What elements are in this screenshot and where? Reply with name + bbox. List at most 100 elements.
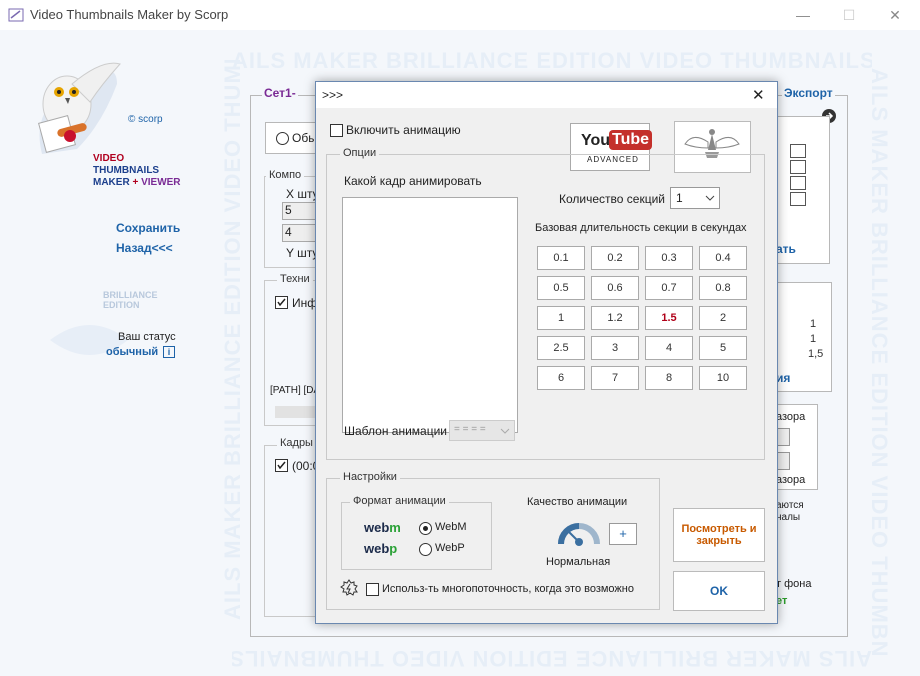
- enable-animation-checkbox[interactable]: [330, 124, 343, 137]
- frame-list[interactable]: [342, 197, 518, 433]
- set-tab[interactable]: Сет1-: [262, 86, 298, 100]
- export-tab[interactable]: Экспорт: [782, 86, 835, 100]
- x-count-label: Х шту: [286, 187, 319, 201]
- multithread-label: Использ-ть многопоточность, когда это во…: [382, 583, 634, 595]
- webm-radio[interactable]: [419, 522, 432, 535]
- watermark-top: AILS MAKER BRILLIANCE EDITION VIDEO THUM…: [232, 48, 872, 73]
- duration-button-10[interactable]: 10: [699, 366, 747, 390]
- duration-button-1[interactable]: 1: [537, 306, 585, 330]
- right-number-1: 1: [810, 318, 817, 330]
- duration-button-0.4[interactable]: 0.4: [699, 246, 747, 270]
- brand-thumbnails: THUMBNAILS: [93, 165, 160, 176]
- path-input[interactable]: [275, 406, 320, 418]
- mode-radio-label: Обы: [292, 131, 317, 145]
- layout-cell[interactable]: [790, 144, 806, 158]
- status-label: Ваш статус: [118, 331, 176, 343]
- base-duration-label: Базовая длительность секции в секундах: [535, 222, 747, 234]
- watermark-bottom: AILS MAKER BRILLIANCE EDITION VIDEO THUM…: [232, 646, 872, 671]
- duration-button-8[interactable]: 8: [645, 366, 693, 390]
- tech-title: Техни: [277, 273, 313, 285]
- duration-button-0.1[interactable]: 0.1: [537, 246, 585, 270]
- info-icon[interactable]: i: [163, 346, 175, 358]
- title-bar: Video Thumbnails Maker by Scorp — ☐ ✕: [0, 0, 920, 30]
- gap-label-1: азора: [776, 411, 806, 423]
- note-1: аются: [776, 500, 804, 511]
- duration-button-2[interactable]: 2: [699, 306, 747, 330]
- bg-label: т фона: [776, 578, 812, 590]
- save-link[interactable]: Сохранить: [116, 221, 180, 235]
- webp-radio[interactable]: [419, 543, 432, 556]
- watermark-right: AILS MAKER BRILLIANCE EDITION VIDEO THUM…: [867, 68, 892, 658]
- quality-value: Нормальная: [546, 556, 611, 568]
- quality-label: Качество анимации: [527, 496, 628, 508]
- layout-cell[interactable]: [790, 160, 806, 174]
- duration-button-0.7[interactable]: 0.7: [645, 276, 693, 300]
- quality-gauge-icon: [558, 523, 600, 546]
- dialog-title: >>>: [322, 88, 344, 102]
- duration-button-1.2[interactable]: 1.2: [591, 306, 639, 330]
- copyright-text: © scorp: [128, 114, 163, 125]
- duration-button-0.6[interactable]: 0.6: [591, 276, 639, 300]
- duration-button-6[interactable]: 6: [537, 366, 585, 390]
- gap-spinner-1[interactable]: [776, 428, 790, 446]
- layout-cell[interactable]: [790, 192, 806, 206]
- window-title: Video Thumbnails Maker by Scorp: [30, 7, 229, 22]
- template-value: = = = =: [454, 424, 486, 435]
- duration-button-0.5[interactable]: 0.5: [537, 276, 585, 300]
- dialog-close-button[interactable]: ✕: [752, 86, 765, 104]
- sections-count-select[interactable]: 1: [670, 187, 720, 209]
- youtube-you: You: [581, 132, 611, 149]
- maximize-button[interactable]: ☐: [834, 5, 864, 25]
- watermark-left: AILS MAKER BRILLIANCE EDITION VIDEO THUM…: [220, 60, 245, 620]
- preview-close-line2: закрыть: [696, 535, 742, 547]
- duration-button-0.2[interactable]: 0.2: [591, 246, 639, 270]
- brand-video: VIDEO: [93, 153, 125, 164]
- duration-button-3[interactable]: 3: [591, 336, 639, 360]
- webm-label: WebM: [435, 521, 467, 533]
- multithread-gear-icon: [340, 579, 358, 596]
- duration-button-4[interactable]: 4: [645, 336, 693, 360]
- sections-count-label: Количество секций: [559, 192, 665, 206]
- animation-dialog: >>> ✕ Включить анимацию You Tube ADVANCE…: [315, 81, 778, 624]
- right-link-2[interactable]: ия: [776, 371, 790, 385]
- right-link[interactable]: ать: [776, 242, 796, 256]
- mode-radio[interactable]: [276, 132, 289, 145]
- duration-button-0.8[interactable]: 0.8: [699, 276, 747, 300]
- back-link[interactable]: Назад<<<: [116, 241, 173, 255]
- brand-viewer: VIEWER: [141, 177, 181, 188]
- youtube-tube: Tube: [609, 130, 653, 150]
- minimize-button[interactable]: —: [788, 5, 818, 25]
- brand-maker-viewer: MAKER + VIEWER: [93, 177, 181, 189]
- right-number-2: 1: [810, 333, 817, 345]
- dialog-title-bar: >>> ✕: [316, 82, 777, 108]
- brand-maker: MAKER: [93, 177, 130, 188]
- sections-count-value: 1: [676, 191, 683, 205]
- duration-button-5[interactable]: 5: [699, 336, 747, 360]
- webp-label: WebP: [435, 542, 465, 554]
- gap-spinner-2[interactable]: [776, 452, 790, 470]
- multithread-checkbox[interactable]: [366, 583, 379, 596]
- enable-animation-label: Включить анимацию: [346, 123, 461, 137]
- webp-logo: webp: [364, 541, 397, 556]
- edition-line1: BRILLIANCE: [103, 290, 158, 300]
- app-icon: [8, 8, 24, 22]
- duration-button-2.5[interactable]: 2.5: [537, 336, 585, 360]
- layout-cell[interactable]: [790, 176, 806, 190]
- info-checkbox[interactable]: [275, 296, 288, 309]
- y-count-label: Y шту: [286, 246, 319, 260]
- duration-button-7[interactable]: 7: [591, 366, 639, 390]
- duration-button-0.3[interactable]: 0.3: [645, 246, 693, 270]
- preview-and-close-button[interactable]: Посмотреть и закрыть: [673, 508, 765, 562]
- quality-increase-button[interactable]: +: [609, 523, 637, 545]
- duration-button-1.5-selected[interactable]: 1.5: [645, 306, 693, 330]
- path-text: [PATH] [DA: [270, 385, 321, 396]
- close-button[interactable]: ✕: [880, 5, 910, 25]
- webp-logo-web: web: [364, 541, 390, 556]
- frames-checkbox[interactable]: [275, 459, 288, 472]
- webp-logo-p: p: [389, 541, 398, 556]
- chevron-down-icon: [705, 195, 715, 201]
- webm-logo-web: web: [364, 520, 390, 535]
- template-select[interactable]: = = = =: [449, 420, 515, 441]
- webm-logo: webm: [364, 520, 401, 535]
- ok-button[interactable]: OK: [673, 571, 765, 611]
